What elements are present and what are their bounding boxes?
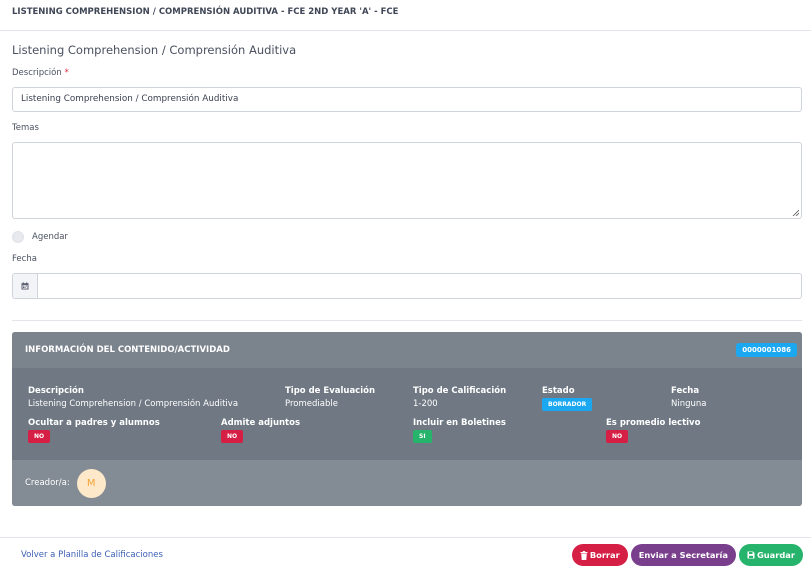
info-card-footer: Creador/a: M [12,460,802,506]
status-badge: BORRADOR [542,398,593,411]
section-title: Listening Comprehension / Comprensión Au… [12,43,297,57]
info-ocultar: Ocultar a padres y alumnos NO [28,417,160,443]
footer-bar: Volver a Planilla de Calificaciones Borr… [0,537,811,572]
info-promedio: Es promedio lectivo NO [606,417,700,443]
info-fecha: Fecha Ninguna [671,386,707,409]
info-card-title: INFORMACIÓN DEL CONTENIDO/ACTIVIDAD [25,345,230,355]
adjuntos-badge: NO [221,430,244,443]
back-link[interactable]: Volver a Planilla de Calificaciones [21,550,163,560]
avatar[interactable]: M [76,468,106,498]
calendar-icon[interactable] [13,274,38,298]
trash-icon [580,550,588,560]
info-tipo-calificacion: Tipo de Calificación 1-200 [413,386,507,409]
code-badge: 0000001086 [736,343,797,357]
info-boletines: Incluir en Boletines SI [413,417,506,443]
descripcion-input[interactable]: Listening Comprehension / Comprensión Au… [12,87,802,112]
temas-textarea[interactable] [12,142,802,219]
fecha-label: Fecha [12,254,37,264]
agendar-radio[interactable] [12,231,24,243]
agendar-option[interactable]: Agendar [12,230,802,244]
descripcion-label: Descripción * [12,68,69,78]
page-header: LISTENING COMPREHENSION / COMPRENSIÓN AU… [0,0,811,31]
info-estado: Estado BORRADOR [542,385,593,411]
divider [12,320,802,321]
info-card: INFORMACIÓN DEL CONTENIDO/ACTIVIDAD 0000… [12,332,802,506]
boletines-badge: SI [413,430,432,443]
ocultar-badge: NO [28,430,51,443]
save-button[interactable]: Guardar [738,544,803,566]
fecha-input[interactable] [38,274,801,298]
info-descripcion: Descripción Listening Comprehension / Co… [28,386,239,409]
agendar-label: Agendar [32,232,68,242]
send-button[interactable]: Enviar a Secretaría [630,544,736,566]
promedio-badge: NO [606,430,629,443]
page-title: LISTENING COMPREHENSION / COMPRENSIÓN AU… [12,7,399,17]
info-card-body: Descripción Listening Comprehension / Co… [12,368,802,460]
main-content: Listening Comprehension / Comprensión Au… [0,43,811,506]
save-icon [747,551,755,559]
info-card-header: INFORMACIÓN DEL CONTENIDO/ACTIVIDAD 0000… [12,332,802,368]
delete-button[interactable]: Borrar [571,544,628,566]
creator-label: Creador/a: [25,478,70,488]
info-adjuntos: Admite adjuntos NO [221,417,300,443]
info-tipo-evaluacion: Tipo de Evaluación Promediable [285,386,376,409]
required-mark: * [64,68,69,78]
resize-handle-icon[interactable] [792,209,799,216]
fecha-field[interactable] [12,273,802,299]
temas-label: Temas [12,123,39,133]
